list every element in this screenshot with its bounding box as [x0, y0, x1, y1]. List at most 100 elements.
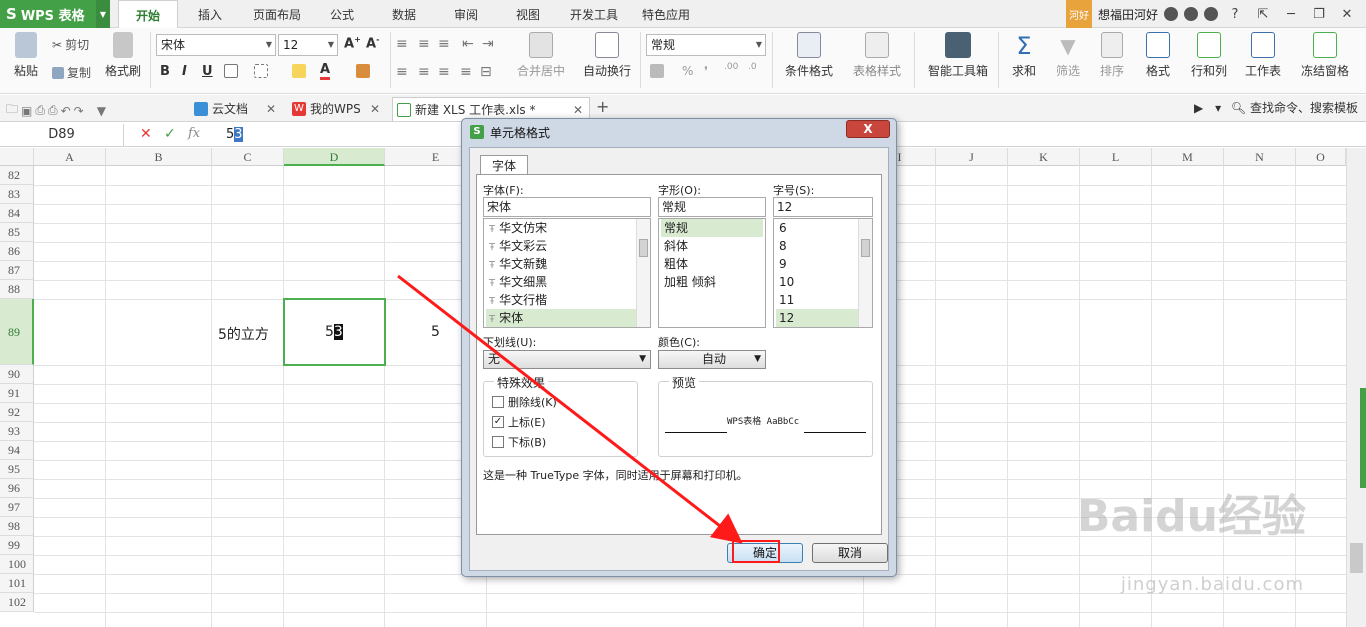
checkbox-checked[interactable]: ✓	[492, 416, 504, 428]
row-header[interactable]: 99	[0, 536, 34, 555]
comment-icon[interactable]: ▾	[1215, 101, 1221, 115]
filter-button[interactable]: ▼ 筛选	[1048, 30, 1088, 79]
tab-cloud-docs[interactable]: 云文档 ✕	[190, 97, 282, 121]
feedback-icon[interactable]	[1184, 7, 1198, 21]
cell-e89[interactable]: 5	[431, 324, 440, 340]
bold-button[interactable]: B	[160, 64, 170, 79]
insert-function-icon[interactable]: fx	[188, 126, 200, 141]
strikethrough-checkbox[interactable]: 删除线(K)	[492, 394, 557, 410]
shrink-font-icon[interactable]: A-	[366, 35, 379, 51]
list-item[interactable]: 10	[776, 273, 858, 291]
tab-insert[interactable]: 插入	[186, 0, 234, 28]
column-header[interactable]: N	[1224, 148, 1296, 166]
size-input[interactable]: 12	[773, 197, 873, 217]
smart-toolbox-button[interactable]: 智能工具箱	[924, 30, 992, 79]
merge-center-button[interactable]: 合并居中	[508, 30, 574, 79]
fill-color-icon[interactable]	[292, 64, 306, 78]
tab-review[interactable]: 审阅	[444, 0, 488, 28]
list-item[interactable]: Ŧ 华文彩云	[486, 237, 636, 255]
align-center-icon[interactable]: ≡	[418, 64, 430, 80]
list-item-selected[interactable]: Ŧ 宋体	[486, 309, 636, 327]
print-preview-icon[interactable]: ⎙	[35, 103, 45, 118]
checkbox-unchecked[interactable]	[492, 436, 504, 448]
row-header[interactable]: 90	[0, 365, 34, 384]
indent-decrease-icon[interactable]: ⇤	[462, 36, 474, 52]
list-item[interactable]: 粗体	[661, 255, 763, 273]
cell-border-style-icon[interactable]	[254, 64, 268, 78]
underline-select[interactable]: 无 ▼	[483, 350, 651, 369]
increase-decimal-icon[interactable]: .00	[724, 62, 738, 72]
column-header[interactable]: O	[1296, 148, 1346, 166]
tab-home[interactable]: 开始	[118, 0, 178, 30]
cancel-edit-icon[interactable]: ✕	[140, 126, 152, 142]
style-input[interactable]: 常规	[658, 197, 766, 217]
column-header[interactable]: J	[936, 148, 1008, 166]
list-scrollbar[interactable]	[636, 219, 650, 327]
undo-icon[interactable]: ↶	[61, 104, 71, 118]
cell-d89-editing[interactable]: 53	[325, 324, 343, 340]
thousands-icon[interactable]: ❜	[704, 64, 708, 78]
list-item[interactable]: Ŧ 华文新魏	[486, 255, 636, 273]
sum-button[interactable]: Σ 求和	[1004, 30, 1044, 79]
list-item[interactable]: 6	[776, 219, 858, 237]
tab-special[interactable]: 特色应用	[636, 0, 696, 28]
conditional-format-button[interactable]: 条件格式	[778, 30, 840, 79]
font-color-button[interactable]: A	[320, 62, 331, 80]
column-header[interactable]: A	[34, 148, 106, 166]
row-header[interactable]: 101	[0, 574, 34, 593]
worksheet-button[interactable]: 工作表	[1238, 30, 1288, 79]
new-tab-plus-icon[interactable]: +	[596, 97, 609, 116]
list-item-selected[interactable]: 常规	[661, 219, 763, 237]
italic-button[interactable]: I	[182, 64, 187, 79]
column-header-selected[interactable]: D	[284, 148, 385, 166]
row-header[interactable]: 84	[0, 204, 34, 223]
paste-button[interactable]: 粘贴	[6, 30, 46, 79]
tab-font[interactable]: 字体	[480, 155, 528, 175]
dialog-title-bar[interactable]: S 单元格格式 X	[462, 119, 896, 145]
row-header[interactable]: 100	[0, 555, 34, 574]
align-right-icon[interactable]: ≡	[438, 64, 450, 80]
tab-page-layout[interactable]: 页面布局	[246, 0, 308, 28]
scrollbar-thumb[interactable]	[639, 239, 648, 257]
percent-button[interactable]: %	[682, 64, 693, 78]
formula-input[interactable]: 53	[226, 123, 243, 147]
justify-icon[interactable]: ≡	[460, 64, 472, 80]
tab-view[interactable]: 视图	[506, 0, 550, 28]
style-list[interactable]: 常规 斜体 粗体 加粗 倾斜	[658, 218, 766, 328]
font-size-select[interactable]: 12 ▼	[278, 34, 338, 56]
tab-data[interactable]: 数据	[382, 0, 426, 28]
decrease-decimal-icon[interactable]: .0	[748, 62, 757, 72]
font-input[interactable]: 宋体	[483, 197, 651, 217]
redo-icon[interactable]: ↷	[74, 104, 84, 118]
align-bottom-icon[interactable]: ≡	[438, 36, 450, 52]
freeze-panes-button[interactable]: 冻结窗格	[1294, 30, 1356, 79]
list-item[interactable]: 9	[776, 255, 858, 273]
confirm-edit-icon[interactable]: ✓	[164, 126, 176, 142]
open-folder-icon[interactable]: 🗀	[6, 100, 18, 121]
row-header[interactable]: 91	[0, 384, 34, 403]
superscript-checkbox[interactable]: ✓ 上标(E)	[492, 414, 546, 430]
list-item-selected[interactable]: 12	[776, 309, 858, 327]
font-name-select[interactable]: 宋体 ▼	[156, 34, 276, 56]
list-scrollbar[interactable]	[858, 219, 872, 327]
row-header[interactable]: 83	[0, 185, 34, 204]
align-left-icon[interactable]: ≡	[396, 64, 408, 80]
cancel-button[interactable]: 取消	[812, 543, 888, 563]
chevron-down-icon[interactable]: ▼	[97, 104, 106, 118]
vertical-scrollbar[interactable]	[1346, 148, 1366, 627]
select-all-corner[interactable]	[0, 148, 34, 166]
list-item[interactable]: 加粗 倾斜	[661, 273, 763, 291]
help-icon[interactable]: ?	[1224, 5, 1246, 23]
row-header[interactable]: 85	[0, 223, 34, 242]
table-style-button[interactable]: 表格样式	[846, 30, 908, 79]
list-item[interactable]: 8	[776, 237, 858, 255]
row-header[interactable]: 86	[0, 242, 34, 261]
close-icon[interactable]: ✕	[1336, 5, 1358, 23]
distribute-icon[interactable]: ⊟	[480, 64, 492, 80]
scrollbar-thumb[interactable]	[1350, 543, 1363, 573]
align-middle-icon[interactable]: ≡	[418, 36, 430, 52]
row-header[interactable]: 102	[0, 593, 34, 612]
row-header[interactable]: 94	[0, 441, 34, 460]
column-header[interactable]: M	[1152, 148, 1224, 166]
borders-icon[interactable]	[224, 64, 238, 78]
